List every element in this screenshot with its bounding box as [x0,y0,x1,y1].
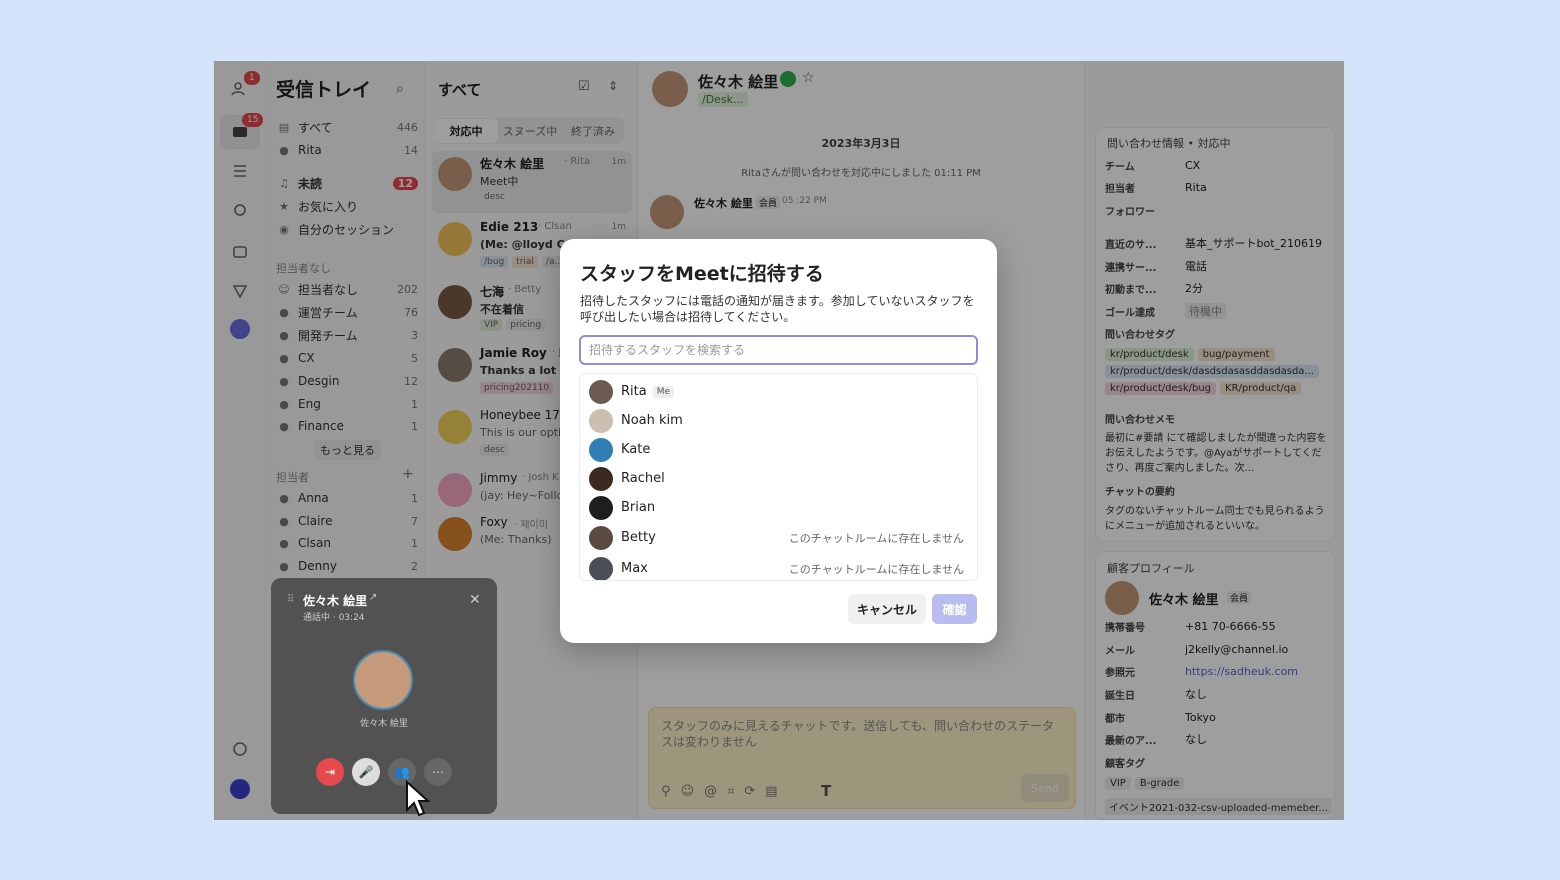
avatar [589,466,613,491]
staff-row-betty[interactable]: Betty このチャットルームに存在しません [580,523,977,552]
call-avatar-name: 佐々木 絵里 [360,719,408,729]
modal-description: 招待したスタッフには電話の通知が届きます。参加していないスタッフを呼び出したい場… [580,294,975,324]
avatar [589,495,613,520]
staff-row-rita[interactable]: Rita Me [580,377,977,406]
drag-handle-icon[interactable]: ⠿ [287,594,294,605]
mic-button[interactable]: 🎤 [352,758,380,786]
external-link-icon[interactable]: ↗ [369,592,377,603]
call-panel: ⠿ 佐々木 絵里 ↗ 通話中 · 03:24 ✕ 佐々木 絵里 ⇥ 🎤 👥 ⋯ [271,578,497,814]
staff-row-noah[interactable]: Noah kim [580,406,977,435]
avatar [353,650,413,710]
confirm-button[interactable]: 確認 [932,594,977,624]
avatar [589,437,613,462]
cancel-button[interactable]: キャンセル [848,594,926,624]
invite-modal: スタッフをMeetに招待する 招待したスタッフには電話の通知が届きます。参加して… [560,239,997,643]
staff-search-input[interactable] [579,335,978,365]
call-status: 通話中 · 03:24 [303,613,365,623]
staff-row-kate[interactable]: Kate [580,435,977,464]
staff-row-max[interactable]: Max このチャットルームに存在しません [580,554,977,580]
cursor-icon [406,780,431,817]
staff-row-rachel[interactable]: Rachel [580,464,977,493]
close-icon[interactable]: ✕ [469,592,481,608]
call-name: 佐々木 絵里 [303,594,368,608]
modal-title: スタッフをMeetに招待する [580,263,824,285]
avatar [589,556,613,580]
staff-row-brian[interactable]: Brian [580,493,977,522]
avatar [589,408,613,433]
avatar [589,525,613,550]
staff-list: Rita Me Noah kim Kate Rachel Brian Betty こ… [579,373,978,581]
leave-call-button[interactable]: ⇥ [316,758,344,786]
avatar [589,379,613,404]
